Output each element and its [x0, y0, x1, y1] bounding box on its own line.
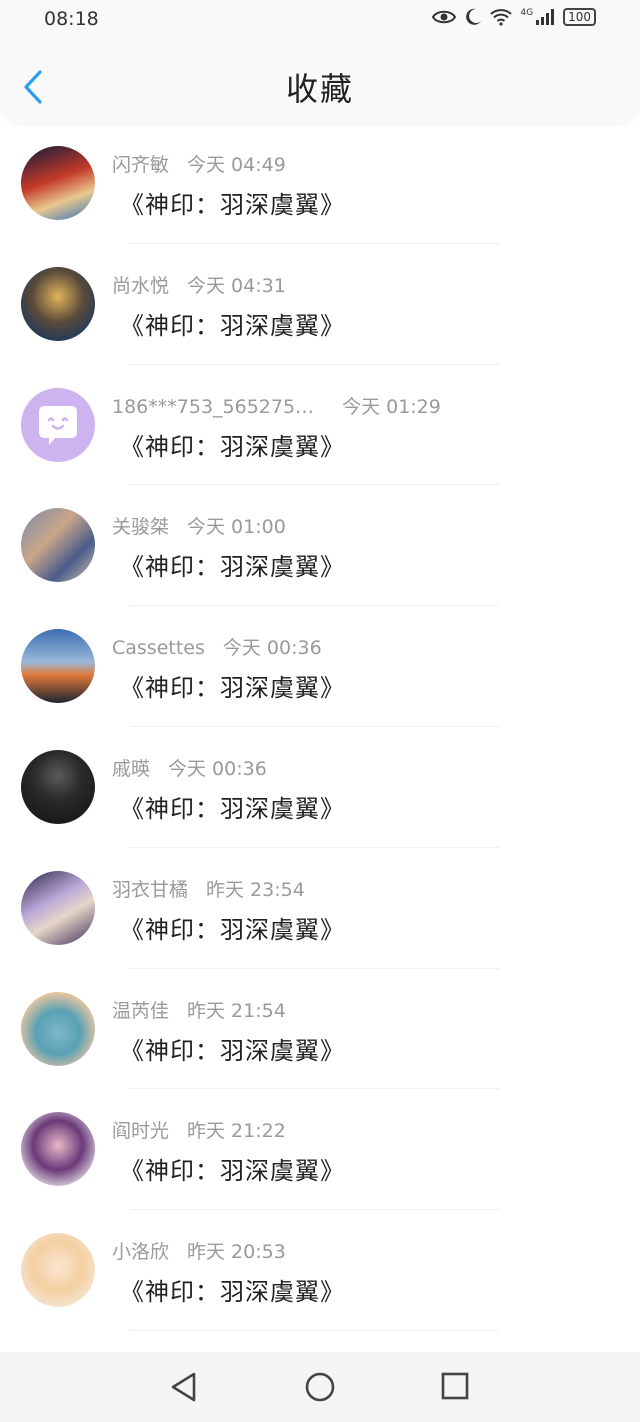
divider	[130, 1329, 500, 1331]
nav-home-button[interactable]	[304, 1371, 336, 1407]
avatar	[21, 1233, 95, 1308]
avatar	[21, 387, 95, 462]
item-meta: 186***753_565275… 今天 01:29	[112, 392, 441, 419]
message-text: 《神印：羽深虞翼》	[120, 794, 345, 823]
message-text: 《神印：羽深虞翼》	[120, 432, 345, 461]
circle-home-icon	[305, 1372, 335, 1402]
timestamp: 今天 01:00	[187, 516, 286, 539]
timestamp: 今天 00:36	[222, 637, 322, 660]
user-name: 尚水悦	[112, 274, 170, 297]
status-icons: 4G 100	[432, 8, 596, 26]
item-meta: Cassettes 今天 00:36	[112, 633, 322, 660]
favorites-list: 闪齐敏 今天 04:49 《神印：羽深虞翼》 尚水悦 今天 04:31 《神印：羽深…	[0, 123, 640, 1331]
timestamp: 昨天 21:22	[187, 1120, 286, 1143]
avatar	[21, 749, 95, 824]
timestamp: 今天 01:29	[342, 395, 441, 418]
status-time: 08:18	[44, 8, 99, 30]
message-text: 《神印：羽深虞翼》	[120, 311, 345, 340]
network-type-label: 4G	[520, 8, 534, 18]
message-text: 《神印：羽深虞翼》	[120, 915, 345, 944]
list-item[interactable]: 186***753_565275… 今天 01:29 《神印：羽深虞翼》	[0, 365, 640, 486]
list-item[interactable]: 羽衣甘橘 昨天 23:54 《神印：羽深虞翼》	[0, 848, 640, 969]
user-name: 温芮佳	[112, 999, 170, 1022]
message-text: 《神印：羽深虞翼》	[120, 1278, 345, 1307]
system-nav-bar	[0, 1352, 640, 1422]
user-name: Cassettes	[112, 637, 205, 660]
status-bar: 08:18 4G 100	[0, 0, 640, 40]
list-item[interactable]: Cassettes 今天 00:36 《神印：羽深虞翼》	[0, 606, 640, 727]
battery-icon: 100	[563, 8, 596, 26]
user-name: 戚暎	[112, 757, 151, 780]
avatar	[21, 870, 95, 945]
item-meta: 闪齐敏 今天 04:49	[112, 150, 286, 177]
eye-icon	[432, 10, 457, 24]
nav-back-button[interactable]	[169, 1371, 197, 1407]
list-item[interactable]: 温芮佳 昨天 21:54 《神印：羽深虞翼》	[0, 969, 640, 1090]
message-text: 《神印：羽深虞翼》	[120, 191, 345, 219]
item-meta: 戚暎 今天 00:36	[112, 754, 267, 781]
timestamp: 昨天 23:54	[206, 878, 305, 901]
message-text: 《神印：羽深虞翼》	[120, 674, 345, 703]
item-meta: 羽衣甘橘 昨天 23:54	[112, 875, 305, 902]
avatar	[21, 991, 95, 1066]
list-item[interactable]: 小洛欣 昨天 20:53 《神印：羽深虞翼》	[0, 1210, 640, 1331]
user-name: 羽衣甘橘	[112, 878, 189, 901]
nav-recents-button[interactable]	[440, 1371, 470, 1405]
avatar	[21, 629, 95, 704]
avatar	[21, 1112, 95, 1187]
timestamp: 今天 00:36	[168, 757, 267, 780]
user-name: 阎时光	[112, 1120, 170, 1143]
user-name: 小洛欣	[112, 1241, 170, 1264]
square-recents-icon	[441, 1372, 469, 1400]
timestamp: 今天 04:31	[187, 274, 286, 297]
header-bar: 收藏	[0, 40, 640, 122]
chat-bubble-icon	[39, 405, 77, 445]
message-text: 《神印：羽深虞翼》	[120, 1157, 345, 1186]
signal-icon	[536, 9, 555, 25]
user-name: 闪齐敏	[112, 154, 170, 176]
list-item[interactable]: 闪齐敏 今天 04:49 《神印：羽深虞翼》	[0, 123, 640, 244]
moon-icon	[466, 8, 482, 25]
message-text: 《神印：羽深虞翼》	[120, 1036, 345, 1065]
list-item[interactable]: 尚水悦 今天 04:31 《神印：羽深虞翼》	[0, 244, 640, 365]
page-title: 收藏	[285, 70, 354, 108]
user-name: 186***753_565275…	[112, 395, 315, 418]
item-meta: 温芮佳 昨天 21:54	[112, 996, 286, 1023]
item-meta: 阎时光 昨天 21:22	[112, 1116, 286, 1143]
list-item[interactable]: 关骏桀 今天 01:00 《神印：羽深虞翼》	[0, 485, 640, 607]
avatar	[21, 146, 95, 220]
list-item[interactable]: 戚暎 今天 00:36 《神印：羽深虞翼》	[0, 727, 640, 848]
user-name: 关骏桀	[112, 516, 170, 539]
item-meta: 尚水悦 今天 04:31	[112, 271, 286, 298]
message-text: 《神印：羽深虞翼》	[120, 553, 345, 582]
avatar	[21, 508, 95, 583]
item-meta: 小洛欣 昨天 20:53	[112, 1237, 286, 1264]
item-meta: 关骏桀 今天 01:00	[112, 512, 286, 539]
wifi-icon	[490, 9, 513, 26]
timestamp: 昨天 21:54	[187, 999, 286, 1022]
avatar	[21, 266, 95, 341]
triangle-back-icon	[171, 1372, 196, 1402]
timestamp: 今天 04:49	[187, 154, 286, 176]
list-item[interactable]: 阎时光 昨天 21:22 《神印：羽深虞翼》	[0, 1089, 640, 1211]
timestamp: 昨天 20:53	[187, 1241, 286, 1264]
